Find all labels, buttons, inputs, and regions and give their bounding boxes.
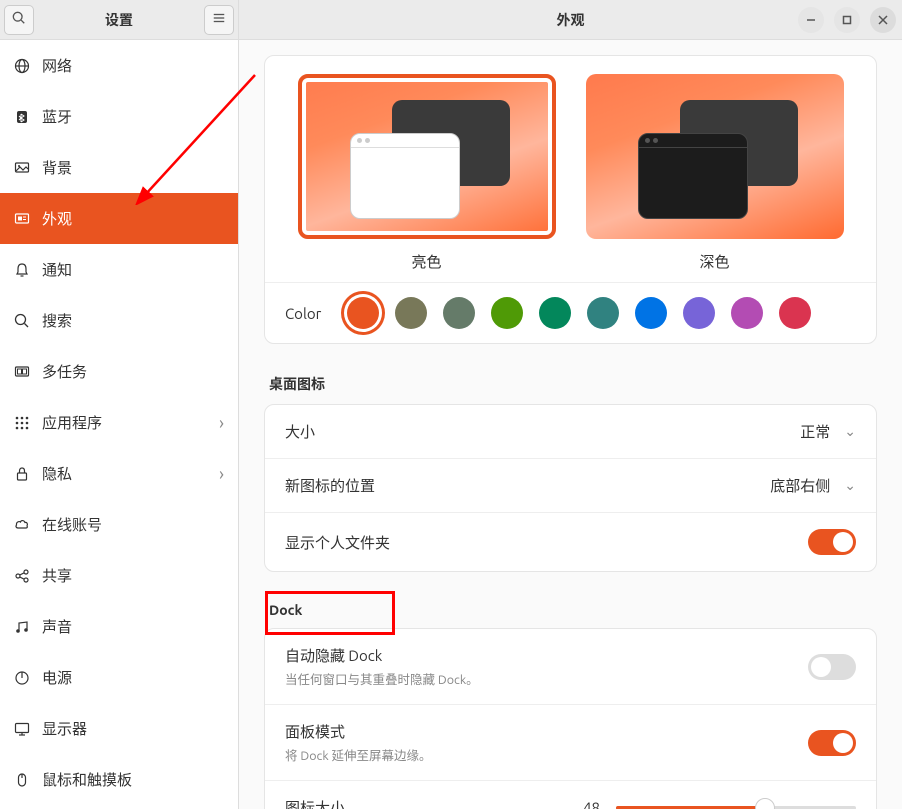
page-title: 外观 xyxy=(557,10,585,30)
minimize-button[interactable] xyxy=(798,7,824,33)
accent-color-swatch[interactable] xyxy=(395,297,427,329)
desktop-icons-heading: 桌面图标 xyxy=(269,374,877,394)
sidebar-item-mouse[interactable]: 鼠标和触摸板 xyxy=(0,754,238,805)
sidebar-item-label: 共享 xyxy=(42,565,224,586)
icon-position-label: 新图标的位置 xyxy=(285,475,770,496)
sidebar-item-label: 蓝牙 xyxy=(42,106,224,127)
sidebar-item-label: 外观 xyxy=(42,208,224,229)
maximize-button[interactable] xyxy=(834,7,860,33)
accent-color-swatch[interactable] xyxy=(587,297,619,329)
show-home-switch[interactable] xyxy=(808,529,856,555)
accent-color-swatch[interactable] xyxy=(443,297,475,329)
search-icon xyxy=(14,313,30,329)
lock-icon xyxy=(14,466,30,482)
sidebar-item-share[interactable]: 共享 xyxy=(0,550,238,601)
dock-iconsize-slider[interactable] xyxy=(616,806,856,809)
share-icon xyxy=(14,568,30,584)
autohide-switch[interactable] xyxy=(808,654,856,680)
sidebar-title: 设置 xyxy=(105,10,133,30)
icon-size-value: 正常 xyxy=(800,421,830,442)
autohide-sub: 当任何窗口与其重叠时隐藏 Dock。 xyxy=(285,669,808,688)
sidebar-item-bell[interactable]: 通知 xyxy=(0,244,238,295)
sidebar-item-globe[interactable]: 网络 xyxy=(0,40,238,91)
theme-light-label: 亮色 xyxy=(298,251,556,272)
sidebar-item-label: 背景 xyxy=(42,157,224,178)
sidebar-item-label: 鼠标和触摸板 xyxy=(42,769,224,790)
sidebar-item-label: 隐私 xyxy=(42,463,207,484)
sidebar-item-power[interactable]: 电源 xyxy=(0,652,238,703)
chevron-right-icon: › xyxy=(219,464,224,484)
sidebar-item-search[interactable]: 搜索 xyxy=(0,295,238,346)
appearance-icon xyxy=(14,211,30,227)
sidebar-item-appearance[interactable]: 外观 xyxy=(0,193,238,244)
accent-color-label: Color xyxy=(285,305,321,322)
accent-color-swatch[interactable] xyxy=(635,297,667,329)
sidebar-item-label: 通知 xyxy=(42,259,224,280)
multitask-icon xyxy=(14,364,30,380)
panel-switch[interactable] xyxy=(808,730,856,756)
display-icon xyxy=(14,721,30,737)
icon-position-row[interactable]: 新图标的位置 底部右侧 ⌄ xyxy=(265,459,876,513)
chevron-down-icon: ⌄ xyxy=(844,477,856,494)
search-button[interactable] xyxy=(4,5,34,35)
sidebar-item-music[interactable]: 声音 xyxy=(0,601,238,652)
dock-iconsize-label: 图标大小 xyxy=(285,797,345,809)
icon-size-label: 大小 xyxy=(285,421,800,442)
background-icon xyxy=(14,160,30,176)
icon-size-row[interactable]: 大小 正常 ⌄ xyxy=(265,405,876,459)
sidebar-item-lock[interactable]: 隐私 › xyxy=(0,448,238,499)
chevron-down-icon: ⌄ xyxy=(844,423,856,440)
bluetooth-icon xyxy=(14,109,30,125)
dock-iconsize-value: 48 xyxy=(583,799,600,809)
icon-position-value: 底部右侧 xyxy=(770,475,830,496)
panel-label: 面板模式 xyxy=(285,721,808,742)
music-icon xyxy=(14,619,30,635)
bell-icon xyxy=(14,262,30,278)
accent-color-swatch[interactable] xyxy=(347,297,379,329)
autohide-label: 自动隐藏 Dock xyxy=(285,645,808,666)
dock-heading: Dock xyxy=(269,602,877,618)
sidebar-item-label: 多任务 xyxy=(42,361,224,382)
panel-sub: 将 Dock 延伸至屏幕边缘。 xyxy=(285,745,808,764)
accent-color-swatch[interactable] xyxy=(779,297,811,329)
sidebar-item-cloud[interactable]: 在线账号 xyxy=(0,499,238,550)
globe-icon xyxy=(14,58,30,74)
sidebar-item-display[interactable]: 显示器 xyxy=(0,703,238,754)
sidebar-item-label: 电源 xyxy=(42,667,224,688)
show-home-label: 显示个人文件夹 xyxy=(285,532,808,553)
accent-color-swatch[interactable] xyxy=(491,297,523,329)
sidebar-item-apps[interactable]: 应用程序 › xyxy=(0,397,238,448)
theme-dark[interactable]: 深色 xyxy=(586,74,844,272)
theme-light[interactable]: 亮色 xyxy=(298,74,556,272)
apps-icon xyxy=(14,415,30,431)
sidebar-item-label: 网络 xyxy=(42,55,224,76)
sidebar-item-label: 应用程序 xyxy=(42,412,207,433)
sidebar-item-label: 显示器 xyxy=(42,718,224,739)
accent-color-swatch[interactable] xyxy=(731,297,763,329)
close-button[interactable] xyxy=(870,7,896,33)
chevron-right-icon: › xyxy=(219,413,224,433)
menu-button[interactable] xyxy=(204,5,234,35)
accent-color-swatch[interactable] xyxy=(539,297,571,329)
power-icon xyxy=(14,670,30,686)
theme-dark-label: 深色 xyxy=(586,251,844,272)
search-icon xyxy=(12,11,26,28)
sidebar-item-background[interactable]: 背景 xyxy=(0,142,238,193)
accent-color-swatch[interactable] xyxy=(683,297,715,329)
mouse-icon xyxy=(14,772,30,788)
sidebar-item-multitask[interactable]: 多任务 xyxy=(0,346,238,397)
sidebar-item-label: 在线账号 xyxy=(42,514,224,535)
sidebar-item-label: 搜索 xyxy=(42,310,224,331)
cloud-icon xyxy=(14,517,30,533)
sidebar-item-bluetooth[interactable]: 蓝牙 xyxy=(0,91,238,142)
hamburger-icon xyxy=(212,11,226,28)
sidebar-item-label: 声音 xyxy=(42,616,224,637)
